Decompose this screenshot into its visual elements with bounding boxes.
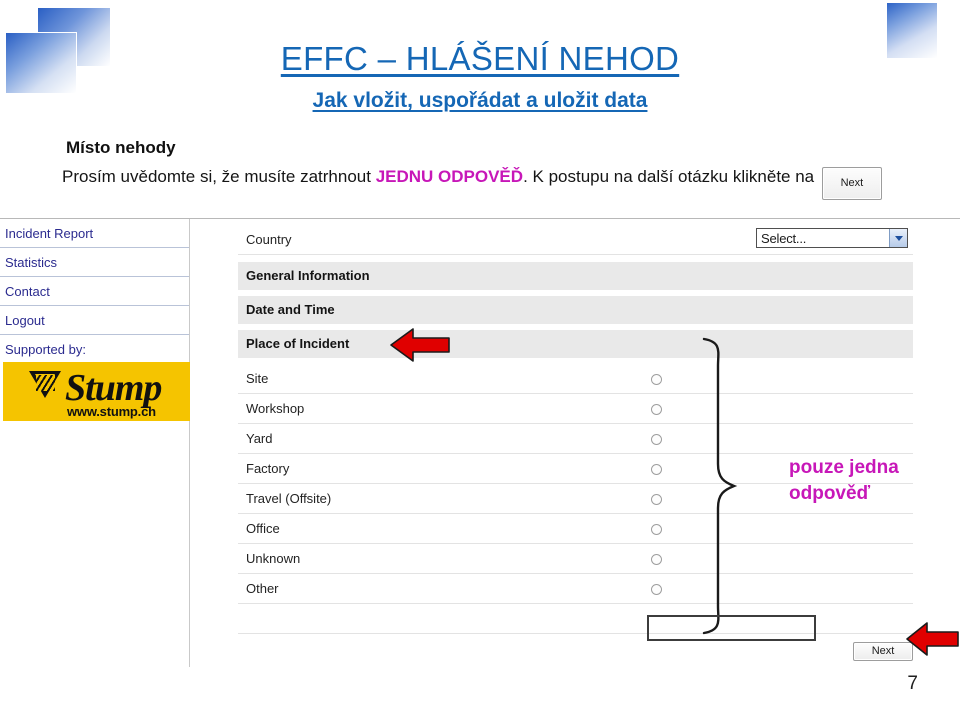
country-select[interactable]: Select...: [756, 228, 908, 248]
radio-site[interactable]: [651, 374, 662, 385]
page-number: 7: [907, 673, 918, 694]
section-label: General Information: [246, 268, 370, 283]
section-header-general-information[interactable]: General Information: [238, 262, 913, 290]
callout-line-2: odpověď: [789, 483, 871, 504]
option-row-site[interactable]: Site: [238, 364, 913, 394]
instruction-text-before: Prosím uvědomte si, že musíte zatrhnout: [62, 167, 376, 186]
sidebar-item-label: Logout: [5, 313, 45, 328]
instruction-body: Prosím uvědomte si, že musíte zatrhnout …: [62, 164, 942, 200]
app-main-form: Country Select... General Information Da…: [191, 219, 960, 667]
embedded-app-screenshot: Incident Report Statistics Contact Logou…: [0, 218, 960, 667]
form-row-country: Country Select...: [238, 225, 913, 255]
country-label: Country: [246, 232, 292, 247]
section-header-date-and-time[interactable]: Date and Time: [238, 296, 913, 324]
section-header-place-of-incident[interactable]: Place of Incident: [238, 330, 913, 358]
sidebar-item-statistics[interactable]: Statistics: [0, 248, 189, 277]
instruction-text-after: . K postupu na další otázku klikněte na: [523, 167, 819, 186]
sponsor-logo-stump: Stump www.stump.ch: [3, 362, 190, 421]
slide-title-text: EFFC – HLÁŠENÍ NEHOD: [280, 40, 680, 77]
option-label: Office: [246, 521, 280, 536]
option-label: Yard: [246, 431, 273, 446]
option-label: Site: [246, 371, 269, 386]
option-row-other[interactable]: Other: [238, 574, 913, 604]
option-row-yard[interactable]: Yard: [238, 424, 913, 454]
annotation-curly-brace: [702, 337, 738, 635]
slide-subtitle-text: Jak vložit, uspořádat a uložit data: [312, 89, 648, 112]
annotation-callout-text: pouze jedna odpověď: [789, 455, 954, 507]
option-row-office[interactable]: Office: [238, 514, 913, 544]
country-select-value: Select...: [761, 230, 807, 246]
radio-factory[interactable]: [651, 464, 662, 475]
instruction-heading: Místo nehody: [66, 138, 176, 157]
sponsor-url: www.stump.ch: [67, 404, 156, 419]
slide-canvas: EFFC – HLÁŠENÍ NEHOD Jak vložit, uspořád…: [0, 0, 960, 701]
section-label: Date and Time: [246, 302, 335, 317]
sidebar-item-label: Statistics: [5, 255, 58, 270]
option-row-unknown[interactable]: Unknown: [238, 544, 913, 574]
option-label: Workshop: [246, 401, 305, 416]
radio-office[interactable]: [651, 524, 662, 535]
radio-travel-offsite[interactable]: [651, 494, 662, 505]
radio-unknown[interactable]: [651, 554, 662, 565]
annotation-arrow-next-button: [906, 622, 959, 656]
inline-next-button-illustration: Next: [821, 167, 882, 200]
option-label: Factory: [246, 461, 290, 476]
slide-subtitle: Jak vložit, uspořádat a uložit data: [0, 89, 960, 113]
app-sidebar: Incident Report Statistics Contact Logou…: [0, 219, 190, 667]
option-label: Other: [246, 581, 279, 596]
option-row-workshop[interactable]: Workshop: [238, 394, 913, 424]
sidebar-item-logout[interactable]: Logout: [0, 306, 189, 335]
sidebar-item-incident-report[interactable]: Incident Report: [0, 219, 189, 248]
annotation-arrow-place-of-incident: [390, 328, 450, 362]
instruction-emphasis: JEDNU ODPOVĚĎ: [375, 167, 524, 186]
sidebar-item-label: Incident Report: [5, 226, 94, 241]
annotation-highlight-box: [647, 615, 816, 641]
section-label: Place of Incident: [246, 336, 350, 351]
slide-title: EFFC – HLÁŠENÍ NEHOD: [0, 40, 960, 78]
radio-yard[interactable]: [651, 434, 662, 445]
next-button[interactable]: Next: [853, 642, 913, 661]
stump-triangle-stripes-icon: [36, 375, 55, 391]
chevron-down-icon: [889, 229, 907, 247]
callout-line-1: pouze jedna: [789, 457, 899, 478]
sidebar-item-contact[interactable]: Contact: [0, 277, 189, 306]
supported-by-label: Supported by:: [5, 342, 86, 357]
option-label: Unknown: [246, 551, 301, 566]
radio-workshop[interactable]: [651, 404, 662, 415]
radio-other[interactable]: [651, 584, 662, 595]
sidebar-item-label: Contact: [5, 284, 50, 299]
option-label: Travel (Offsite): [246, 491, 332, 506]
